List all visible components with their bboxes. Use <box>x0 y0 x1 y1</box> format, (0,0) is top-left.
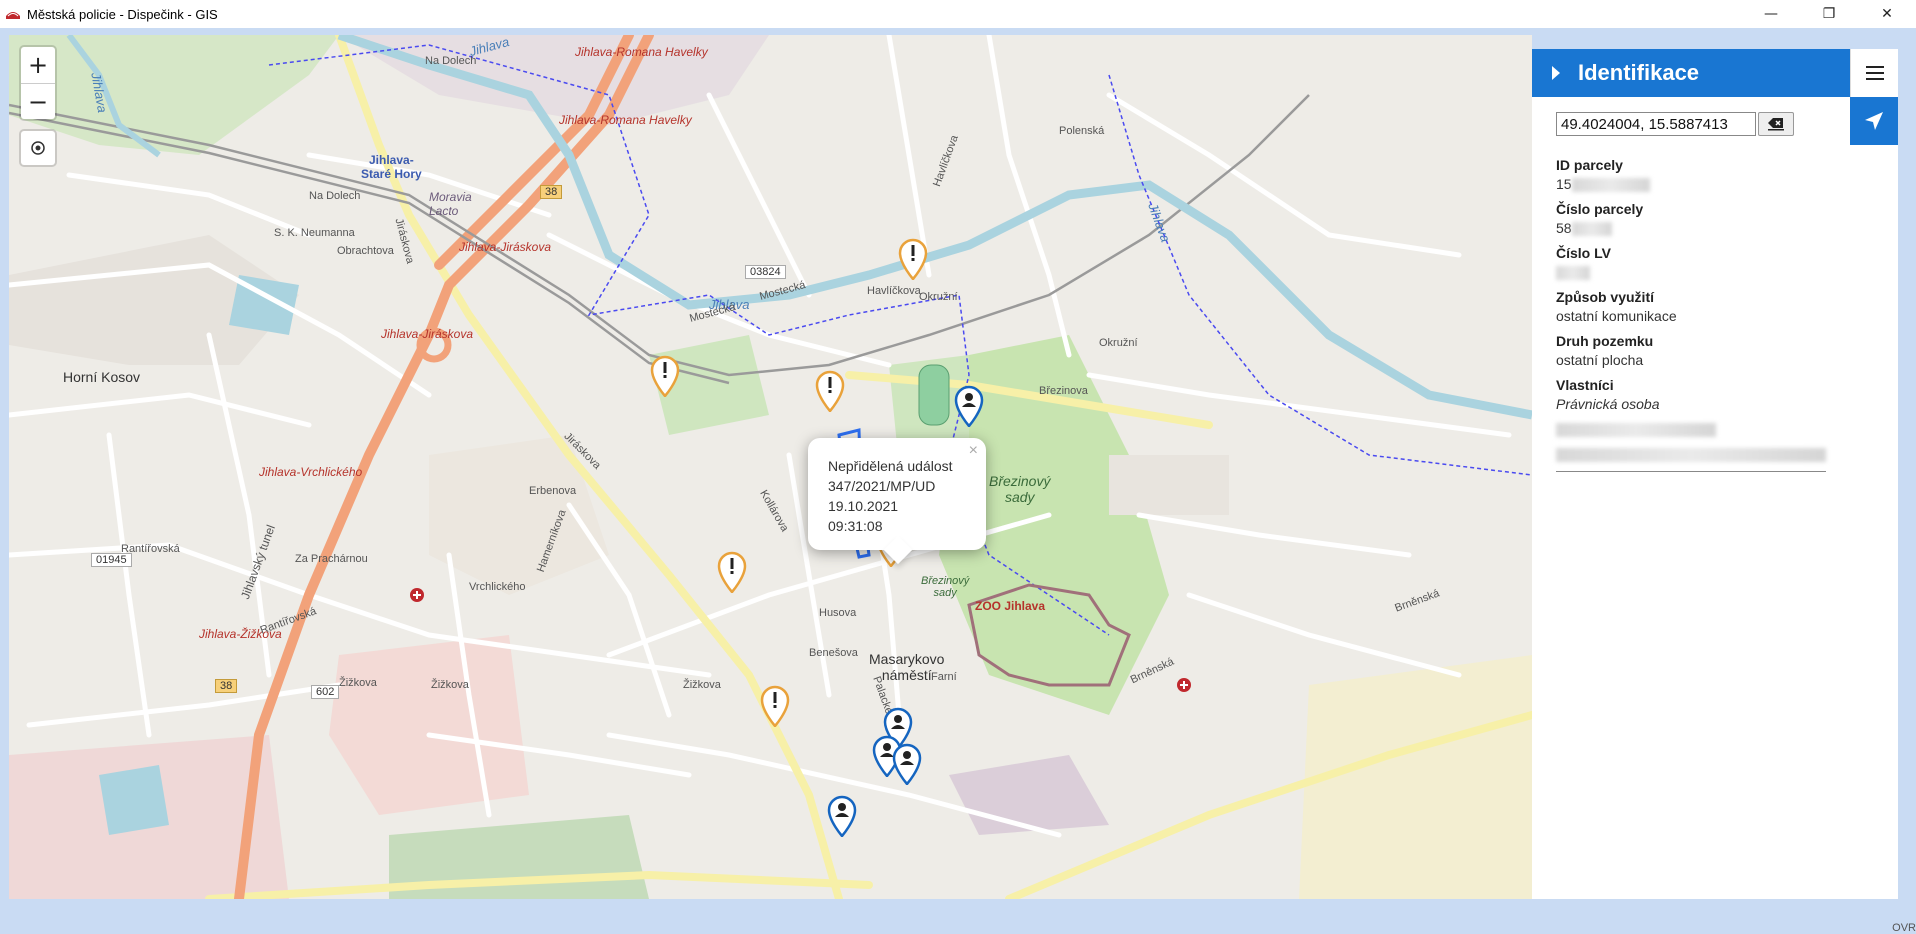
zoom-in-button[interactable]: + <box>21 47 55 83</box>
map-view[interactable]: Jihlava-Romana Havelky Jihlava-Romana Ha… <box>9 35 1532 899</box>
label-street-husova: Husova <box>819 607 857 619</box>
label-jiraskova-1: Jihlava-Jiráskova <box>459 240 552 254</box>
field-label-zpusob-vyuziti: Způsob využití <box>1556 289 1654 305</box>
popup-event-time: 09:31:08 <box>828 518 883 534</box>
field-value-cislo-parcely: 58 <box>1556 220 1826 237</box>
label-jiraskova-2: Jihlava-Jiráskova <box>381 327 474 341</box>
field-label-druh-pozemku: Druh pozemku <box>1556 333 1654 349</box>
label-street-zizkova-2: Žižkova <box>431 679 469 691</box>
status-bar <box>0 906 1916 934</box>
road-shield-602: 602 <box>311 685 340 699</box>
app-logo-icon <box>5 6 21 22</box>
zoom-control: + − <box>21 47 55 119</box>
unit-marker[interactable] <box>826 795 858 838</box>
label-street-zizkova-1: Žižkova <box>339 677 377 689</box>
label-romana-havelky-1: Jihlava-Romana Havelky <box>575 45 708 59</box>
field-value-owner-address-redacted <box>1556 446 1826 463</box>
identification-panel: Identifikace ID parcely 15 Číslo parcely… <box>1532 49 1898 899</box>
label-zoo: ZOO Jihlava <box>975 599 1046 613</box>
popup-close-button[interactable]: × <box>969 442 978 460</box>
field-label-vlastnici: Vlastníci <box>1556 377 1614 393</box>
minimize-button[interactable]: — <box>1742 0 1800 28</box>
field-value-vlastnici: Právnická osoba <box>1556 396 1660 412</box>
target-icon <box>31 141 45 155</box>
map-base-layer <box>9 35 1532 899</box>
popup-event-id: 347/2021/MP/UD <box>828 478 936 494</box>
road-shield-03824: 03824 <box>745 265 786 279</box>
eraser-icon <box>1768 118 1784 131</box>
label-stare-hory: Jihlava- Staré Hory <box>361 153 422 181</box>
label-horni-kosov: Horní Kosov <box>63 369 141 385</box>
label-street-na-dolech: Na Dolech <box>425 55 477 67</box>
field-label-id-parcely: ID parcely <box>1556 157 1623 173</box>
label-street-brezinova: Březinova <box>1039 385 1088 397</box>
location-arrow-icon <box>1865 112 1883 130</box>
label-brezinovy-sady: Březinový sady <box>989 473 1051 505</box>
hamburger-icon <box>1865 66 1884 80</box>
close-button[interactable]: ✕ <box>1858 0 1916 28</box>
unit-marker[interactable] <box>891 743 923 786</box>
field-value-zpusob-vyuziti: ostatní komunikace <box>1556 308 1677 324</box>
road-shield-38-a: 38 <box>540 185 563 199</box>
label-street-polenska: Polenská <box>1059 125 1105 137</box>
label-vrchlickeho: Jihlava-Vrchlického <box>259 465 363 479</box>
label-brezinovy-sady-2: Březinový sady <box>921 575 970 599</box>
label-street-erbenova: Erbenova <box>529 485 577 497</box>
road-shield-01945: 01945 <box>91 553 132 567</box>
label-street-vrchlickeho: Vrchlického <box>469 581 526 593</box>
panel-header[interactable]: Identifikace <box>1532 49 1850 97</box>
field-value-id-parcely: 15 <box>1556 176 1826 193</box>
label-moravia-lacto: Moravia Lacto <box>429 190 472 218</box>
unit-marker[interactable] <box>953 385 985 428</box>
label-street-havlickova: Havlíčkova <box>867 285 921 297</box>
panel-title: Identifikace <box>1578 60 1700 85</box>
label-street-benesova: Benešova <box>809 647 858 659</box>
event-marker[interactable] <box>759 685 791 728</box>
label-street-okruzni-2: Okružní <box>919 291 958 303</box>
event-marker-selected[interactable] <box>716 551 748 594</box>
field-label-cislo-parcely: Číslo parcely <box>1556 201 1644 217</box>
label-street-zizkova-3: Žižkova <box>683 679 721 691</box>
event-marker[interactable] <box>897 238 929 281</box>
label-street-okruzni: Okružní <box>1099 337 1138 349</box>
label-street-obrachtova: Obrachtova <box>337 245 394 257</box>
label-street-neumanna: S. K. Neumanna <box>274 227 355 239</box>
title-bar: Městská policie - Dispečink - GIS — ❐ ✕ <box>0 0 1916 28</box>
menu-button[interactable] <box>1850 49 1898 97</box>
navigation-button[interactable] <box>1850 97 1898 145</box>
label-street-na-dolech-2: Na Dolech <box>309 190 361 202</box>
event-marker[interactable] <box>814 370 846 413</box>
event-popup: × Nepřidělená událost 347/2021/MP/UD 19.… <box>808 438 986 565</box>
window-title: Městská policie - Dispečink - GIS <box>27 6 218 22</box>
label-street-za-prachárnou: Za Prachárnou <box>295 553 368 565</box>
field-label-cislo-lv: Číslo LV <box>1556 245 1611 261</box>
coordinates-input[interactable] <box>1556 112 1756 136</box>
field-value-druh-pozemku: ostatní plocha <box>1556 352 1644 368</box>
parcel-fields: ID parcely 15 Číslo parcely 58 Číslo LV … <box>1556 157 1826 472</box>
label-street-farni: Farní <box>931 671 957 683</box>
status-indicator: OVR <box>1892 922 1916 934</box>
popup-event-type: Nepřidělená událost <box>828 458 953 474</box>
road-shield-38-b: 38 <box>215 679 238 693</box>
restore-button[interactable]: ❐ <box>1800 0 1858 28</box>
event-marker[interactable] <box>649 355 681 398</box>
field-value-owner-name-redacted <box>1556 421 1826 438</box>
label-romana-havelky-2: Jihlava-Romana Havelky <box>559 113 692 127</box>
panel-divider <box>1556 471 1826 472</box>
caret-right-icon <box>1552 66 1560 80</box>
clear-coordinates-button[interactable] <box>1758 112 1794 136</box>
locate-button[interactable] <box>21 131 55 165</box>
zoom-out-button[interactable]: − <box>21 83 55 119</box>
popup-event-date: 19.10.2021 <box>828 498 899 514</box>
field-value-cislo-lv <box>1556 264 1826 281</box>
